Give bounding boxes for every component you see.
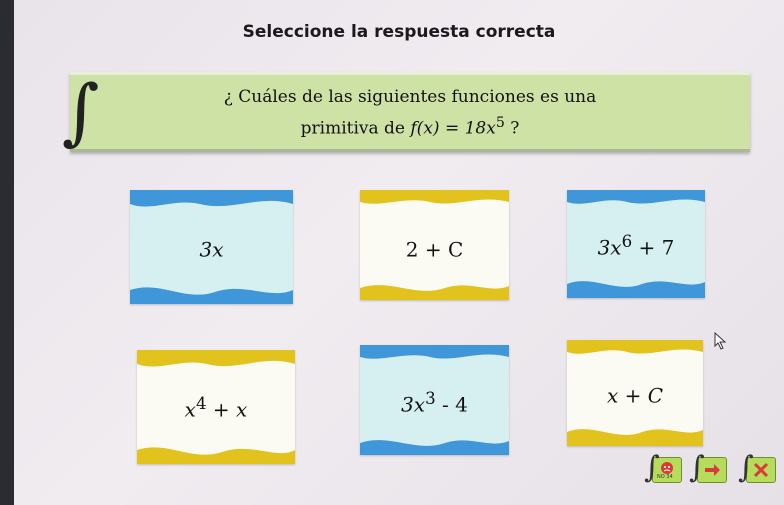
- help-badge: NO 34: [657, 474, 673, 480]
- option-exp: 6: [621, 232, 633, 251]
- close-icon: [753, 462, 769, 478]
- close-button[interactable]: ∫: [738, 450, 776, 485]
- option-tail: + x: [206, 397, 248, 422]
- option-base: 3x: [597, 235, 622, 260]
- option-base: x + C: [606, 383, 664, 408]
- arrow-right-icon: [705, 464, 720, 476]
- option-card-3[interactable]: 3x6 + 7: [567, 190, 705, 298]
- option-expression: 3x: [130, 234, 293, 262]
- option-tail: - 4: [435, 392, 468, 417]
- screen: Seleccione la respuesta correcta ∫ ¿ Cuá…: [14, 0, 784, 505]
- question-line-2: primitiva de f(x) = 18x5 ?: [70, 115, 750, 139]
- option-card-6[interactable]: x + C: [567, 340, 703, 446]
- option-base: 3x: [199, 237, 224, 262]
- option-exp: 3: [425, 389, 436, 408]
- next-button[interactable]: ∫: [689, 450, 727, 485]
- option-base: 2 + C: [405, 237, 464, 262]
- option-card-5[interactable]: 3x3 - 4: [360, 345, 509, 455]
- option-card-4[interactable]: x4 + x: [137, 350, 295, 464]
- option-expression: x4 + x: [137, 394, 295, 422]
- option-base: 3x: [401, 392, 426, 417]
- question-prefix: primitiva de: [300, 118, 411, 139]
- question-exponent: 5: [495, 115, 505, 131]
- option-card-2[interactable]: 2 + C: [360, 190, 509, 300]
- option-expression: 3x6 + 7: [567, 232, 705, 260]
- option-expression: 2 + C: [360, 234, 509, 262]
- option-expression: 3x3 - 4: [360, 389, 509, 417]
- help-button[interactable]: ∫ NO 34: [644, 450, 682, 485]
- option-tail: + 7: [632, 235, 675, 260]
- question-suffix: ?: [504, 118, 520, 139]
- page-title: Seleccione la respuesta correcta: [242, 22, 556, 42]
- question-formula: f(x) = 18x: [410, 118, 496, 139]
- option-card-1[interactable]: 3x: [130, 190, 293, 304]
- question-box: ∫ ¿ Cuáles de las siguientes funciones e…: [62, 69, 750, 153]
- integral-icon: ∫: [62, 69, 100, 153]
- option-expression: x + C: [567, 380, 703, 408]
- option-exp: 4: [195, 394, 207, 413]
- cursor-icon: [714, 332, 727, 350]
- question-line-1: ¿ Cuáles de las siguientes funciones es …: [223, 87, 597, 107]
- option-base: x: [184, 397, 196, 422]
